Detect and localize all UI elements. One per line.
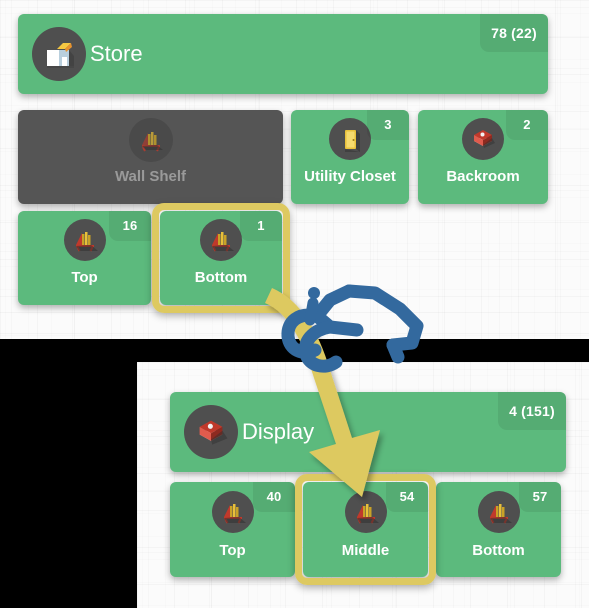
wall-shelf-label: Wall Shelf [114,168,187,185]
wall-shelf-card[interactable]: Wall Shelf [18,110,283,204]
display-bottom-card[interactable]: Bottom 57 [436,482,561,577]
bottom-shelf-label: Bottom [194,269,248,286]
display-top-label: Top [219,542,246,559]
store-header-badge: 78 (22) [480,14,548,52]
utility-closet-badge: 3 [367,110,409,140]
display-bottom-label: Bottom [472,542,525,559]
bottom-shelf-badge: 1 [240,211,282,241]
display-top-card[interactable]: Top 40 [170,482,295,577]
top-shelf-label: Top [71,269,98,286]
top-screenshot-panel: Store 78 (22) Wall Shelf Utility Closet … [0,0,589,339]
display-header-card[interactable]: Display 4 (151) [170,392,566,472]
display-middle-card[interactable]: Middle 54 [303,482,428,577]
shelf-icon [63,219,106,261]
store-header-title: Store [90,41,143,66]
backroom-card[interactable]: Backroom 2 [418,110,548,204]
shelf-icon [128,118,173,162]
bottom-shelf-card[interactable]: Bottom 1 [160,211,282,305]
utility-closet-label: Utility Closet [304,168,396,185]
display-bottom-badge: 57 [519,482,561,512]
backroom-label: Backroom [446,168,520,185]
store-building-icon [32,27,86,81]
store-header-card[interactable]: Store 78 (22) [18,14,548,94]
shelf-icon [200,219,242,261]
top-shelf-card[interactable]: Top 16 [18,211,151,305]
shelf-icon [211,491,254,533]
display-middle-label: Middle [341,542,390,559]
door-icon [329,118,371,160]
top-shelf-badge: 16 [109,211,151,241]
open-box-icon [462,118,504,160]
utility-closet-card[interactable]: Utility Closet 3 [291,110,409,204]
backroom-badge: 2 [506,110,548,140]
display-top-badge: 40 [253,482,295,512]
display-middle-badge: 54 [386,482,428,512]
shelf-icon [477,491,520,533]
open-box-icon [184,405,238,459]
bottom-screenshot-panel: Display 4 (151) Top 40 Middle 54 Bottom … [137,362,589,608]
display-header-title: Display [242,419,315,444]
shelf-icon [344,491,387,533]
screenshot-root: Store 78 (22) Wall Shelf Utility Closet … [0,0,589,608]
display-header-badge: 4 (151) [498,392,566,430]
